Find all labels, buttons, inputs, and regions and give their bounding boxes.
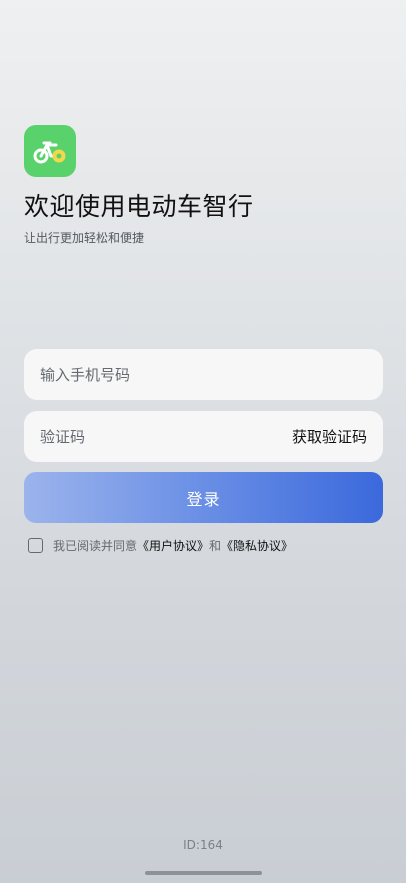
verification-code-input[interactable] <box>40 427 240 446</box>
bicycle-icon <box>33 141 66 164</box>
agreement-row: 我已阅读并同意 《用户协议》 和 《隐私协议》 <box>28 537 293 554</box>
agreement-checkbox[interactable] <box>28 538 43 553</box>
login-button[interactable]: 登录 <box>24 472 383 523</box>
phone-field[interactable] <box>24 349 383 400</box>
phone-input[interactable] <box>40 365 367 384</box>
get-code-button[interactable]: 获取验证码 <box>292 426 367 447</box>
build-id-label: ID:164 <box>183 838 223 852</box>
app-logo <box>24 125 76 177</box>
page-subtitle: 让出行更加轻松和便捷 <box>24 231 145 245</box>
agreement-and: 和 <box>209 539 222 553</box>
agreement-prefix: 我已阅读并同意 <box>53 539 138 553</box>
privacy-policy-link[interactable]: 《隐私协议》 <box>221 537 293 554</box>
home-indicator[interactable] <box>145 871 262 875</box>
code-field[interactable]: 获取验证码 <box>24 411 383 462</box>
page-title: 欢迎使用电动车智行 <box>24 192 254 221</box>
user-agreement-link[interactable]: 《用户协议》 <box>137 537 209 554</box>
